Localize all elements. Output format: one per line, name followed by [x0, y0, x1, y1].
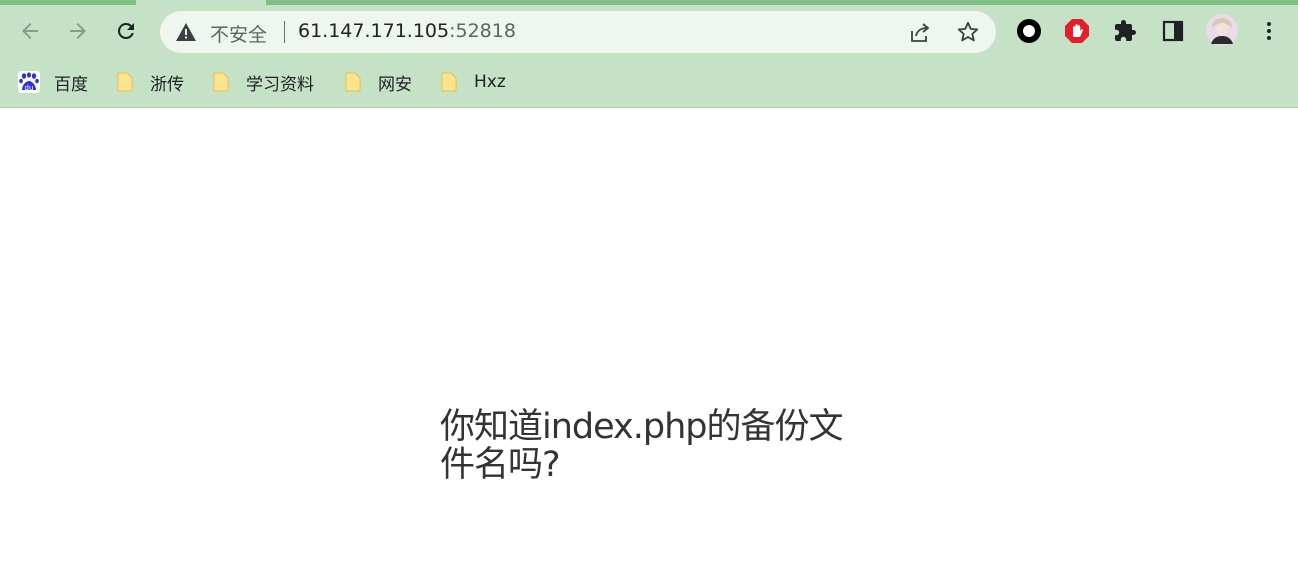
extensions-puzzle-icon — [1115, 20, 1136, 41]
svg-text:du: du — [25, 84, 34, 92]
bookmark-folder-study[interactable]: 学习资料 — [210, 68, 314, 96]
active-tab-edge[interactable] — [136, 0, 266, 5]
side-panel-button[interactable] — [1159, 17, 1187, 45]
profile-avatar[interactable] — [1206, 14, 1238, 46]
security-divider — [284, 21, 285, 43]
profile-avatar-icon — [1206, 14, 1238, 46]
bookmarks-bar: du 百度 浙传 学习资料 网安 Hxz — [0, 60, 1298, 104]
bookmark-baidu[interactable]: du 百度 — [18, 68, 88, 96]
address-bar[interactable]: 不安全 61.147.171.105:52818 — [160, 11, 996, 53]
reload-button[interactable] — [109, 14, 143, 48]
forward-button[interactable] — [61, 14, 95, 48]
more-menu-icon — [1267, 22, 1271, 40]
reload-icon — [118, 23, 134, 39]
bookmark-label: Hxz — [474, 72, 506, 92]
bookmark-folder-hxz[interactable]: Hxz — [438, 68, 506, 96]
folder-icon — [210, 71, 232, 93]
star-icon[interactable] — [956, 20, 980, 44]
url-text[interactable]: 61.147.171.105:52818 — [298, 20, 516, 42]
bookmark-folder-zhechuan[interactable]: 浙传 — [114, 68, 184, 96]
baidu-icon: du — [18, 71, 40, 93]
bookmark-label: 百度 — [54, 74, 88, 95]
back-icon — [22, 23, 38, 39]
side-panel-icon — [1162, 20, 1184, 42]
bookmark-label: 学习资料 — [246, 74, 314, 95]
more-menu-button[interactable] — [1255, 17, 1283, 45]
page-message: 你知道index.php的备份文件名吗? — [440, 407, 844, 485]
back-button[interactable] — [13, 14, 47, 48]
bookmark-folder-netsec[interactable]: 网安 — [342, 68, 412, 96]
bookmark-label: 网安 — [378, 74, 412, 95]
record-extension-icon — [1017, 19, 1041, 43]
url-host: 61.147.171.105 — [298, 20, 450, 42]
forward-icon — [70, 23, 86, 39]
security-label[interactable]: 不安全 — [210, 20, 267, 47]
bookmark-label: 浙传 — [150, 74, 184, 95]
extensions-button[interactable] — [1111, 17, 1139, 45]
folder-icon — [114, 71, 136, 93]
browser-chrome: 不安全 61.147.171.105:52818 du 百度 浙传 学习资料 网… — [0, 0, 1298, 108]
record-extension-button[interactable] — [1015, 17, 1043, 45]
url-port: :52818 — [449, 20, 516, 42]
folder-icon — [438, 71, 460, 93]
adblock-extension-button[interactable] — [1063, 17, 1091, 45]
share-icon[interactable] — [908, 21, 932, 45]
warning-icon[interactable] — [175, 22, 197, 42]
page-content: 你知道index.php的备份文件名吗? — [0, 108, 1298, 585]
adblock-extension-icon — [1065, 19, 1089, 43]
folder-icon — [342, 71, 364, 93]
